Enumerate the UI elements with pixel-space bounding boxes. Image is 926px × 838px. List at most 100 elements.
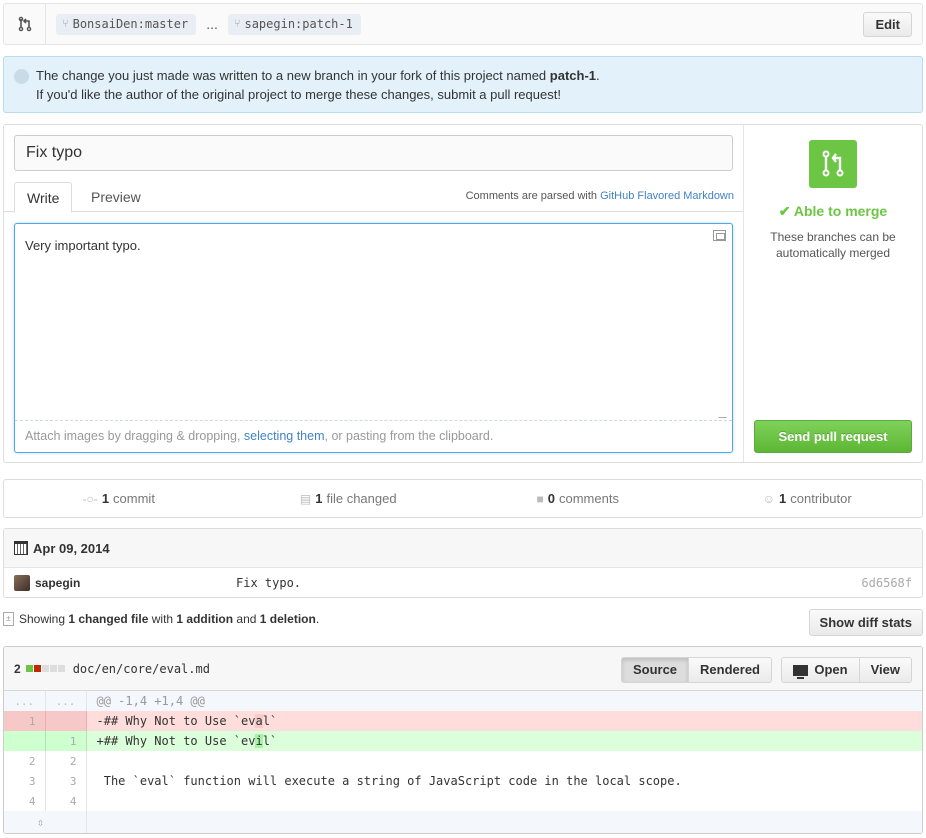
code-line (86, 751, 922, 771)
old-line-number[interactable]: 3 (4, 771, 46, 791)
markdown-note-text: Comments are parsed with (465, 190, 601, 202)
new-line-number: ... (45, 691, 87, 711)
context-row: 2 2 (4, 751, 922, 771)
diff-stat-block (33, 665, 41, 672)
code-text: +## Why Not to Use `ev (96, 734, 256, 748)
base-branch[interactable]: ⑂ BonsaiDen:master (56, 13, 197, 35)
new-line-number[interactable]: 4 (45, 791, 87, 811)
old-line-number[interactable]: 2 (4, 751, 46, 771)
summary-files[interactable]: ▤ 1 file changed (234, 480, 464, 517)
code-line: The `eval` function will execute a strin… (96, 774, 682, 788)
summary-commits[interactable]: -○- 1 commit (4, 480, 234, 517)
show-diff-stats-button[interactable]: Show diff stats (808, 609, 923, 636)
diff-stat-block (57, 665, 65, 672)
view-file-button[interactable]: View (858, 658, 911, 682)
label: contributor (790, 491, 852, 506)
code-text: -## Why Not to Use `ev (96, 714, 256, 728)
tab-write[interactable]: Write (14, 182, 73, 213)
hunk-header-row: ... ... @@ -1,4 +1,4 @@ (4, 691, 922, 711)
tab-preview[interactable]: Preview (79, 182, 153, 212)
text: with (148, 612, 177, 626)
send-pull-request-button[interactable]: Send pull request (754, 420, 912, 453)
flash-line-1: The change you just made was written to … (36, 66, 912, 85)
commit-date: Apr 09, 2014 (33, 540, 110, 556)
expand-filler (86, 811, 922, 833)
hunk-header: @@ -1,4 +1,4 @@ (86, 691, 922, 711)
title-input[interactable]: Fix typo (14, 135, 733, 171)
flash-branch-name: patch-1 (549, 68, 597, 83)
comment-icon: ■ (536, 491, 544, 506)
file-path[interactable]: doc/en/core/eval.md (73, 662, 210, 676)
new-line-number[interactable]: 1 (45, 731, 87, 751)
fullscreen-icon[interactable] (713, 230, 726, 241)
new-line-number[interactable]: 2 (45, 751, 87, 771)
range-separator: ... (206, 16, 218, 32)
code-line: +## Why Not to Use `evil` (86, 731, 922, 751)
count: 1 (315, 491, 323, 506)
merge-status-panel: ✔ Able to merge These branches can be aut… (743, 125, 922, 462)
code-text: l` (262, 714, 278, 728)
old-line-number[interactable]: 1 (4, 711, 46, 731)
markdown-help-link[interactable]: GitHub Flavored Markdown (600, 190, 734, 202)
branch-icon: ⑂ (233, 17, 241, 30)
body-textarea[interactable]: Very important typo. Attach images by dr… (14, 223, 734, 453)
diff-stat-block (49, 665, 57, 672)
old-line-number[interactable] (4, 731, 46, 751)
commit-group-header: Apr 09, 2014 (4, 529, 922, 568)
pull-request-icon (4, 4, 46, 44)
new-line-number[interactable] (45, 711, 87, 731)
old-line-number[interactable]: 4 (4, 791, 46, 811)
open-desktop-button[interactable]: Open (782, 658, 859, 682)
calendar-icon (14, 541, 28, 555)
context-row: 3 3 The `eval` function will execute a s… (4, 771, 922, 791)
avatar[interactable] (14, 575, 30, 591)
diff-summary-text: Showing 1 changed file with 1 addition a… (19, 612, 319, 626)
summary-contributors[interactable]: ☺ 1 contributor (693, 480, 923, 517)
files-count: 1 changed file (68, 612, 149, 626)
image-drop-zone[interactable]: Attach images by dragging & dropping, se… (15, 420, 732, 452)
file-diff: 2 doc/en/core/eval.md Source Rendered Op… (3, 646, 923, 834)
commit-list: Apr 09, 2014 sapegin Fix typo. 6d6568f (3, 528, 923, 598)
select-images-link[interactable]: selecting them (244, 429, 325, 443)
markdown-note: Comments are parsed with GitHub Flavored… (466, 190, 734, 202)
label: file changed (326, 491, 397, 506)
source-view-button[interactable]: Source (621, 658, 689, 682)
text: . (315, 612, 320, 626)
deletions-count: 1 deletion (259, 612, 316, 626)
pull-request-form: Fix typo Write Preview Comments are pars… (3, 124, 923, 463)
head-branch[interactable]: ⑂ sapegin:patch-1 (227, 13, 361, 35)
diff-table: ... ... @@ -1,4 +1,4 @@ 1 -## Why Not to… (4, 691, 922, 833)
label: commit (113, 491, 155, 506)
compare-range-bar: ⑂ BonsaiDen:master ... ⑂ sapegin:patch-1 E… (3, 3, 923, 45)
count: 1 (101, 491, 110, 506)
branch-icon: ⑂ (62, 17, 69, 30)
new-line-number[interactable]: 3 (45, 771, 87, 791)
merge-status: ✔ Able to merge (778, 203, 888, 219)
summary-comments[interactable]: ■ 0 comments (463, 480, 693, 517)
flash-text: The change you just made was written to … (36, 68, 550, 83)
addition-row: 1 +## Why Not to Use `evil` (4, 731, 922, 751)
diff-stat-blocks (25, 665, 65, 672)
commit-row: sapegin Fix typo. 6d6568f (4, 568, 922, 598)
rendered-view-button[interactable]: Rendered (688, 658, 771, 682)
additions-count: 1 addition (176, 612, 234, 626)
commit-sha[interactable]: 6d6568f (861, 576, 912, 590)
code-text: l` (262, 734, 278, 748)
edit-button[interactable]: Edit (863, 12, 912, 37)
flash-line-2: If you'd like the author of the original… (36, 87, 561, 102)
numbers-summary: -○- 1 commit ▤ 1 file changed ■ 0 comments ☺ 1 c… (3, 479, 923, 518)
commit-icon: -○- (82, 491, 98, 506)
word-highlight: i (255, 734, 263, 748)
drop-text: , or pasting from the clipboard. (324, 429, 494, 443)
file-header: 2 doc/en/core/eval.md Source Rendered Op… (4, 647, 922, 691)
head-branch-label: sapegin:patch-1 (244, 16, 353, 31)
resize-handle[interactable] (718, 410, 734, 418)
octocat-icon (14, 69, 29, 84)
count: 0 (547, 491, 555, 506)
flash-notice: The change you just made was written to … (3, 56, 923, 113)
diff-stat-block (41, 665, 49, 672)
deletion-row: 1 -## Why Not to Use `eval` (4, 711, 922, 731)
expand-icon[interactable]: ⇳ (4, 811, 87, 833)
commit-author[interactable]: sapegin (35, 576, 80, 590)
commit-message[interactable]: Fix typo. (236, 576, 301, 590)
